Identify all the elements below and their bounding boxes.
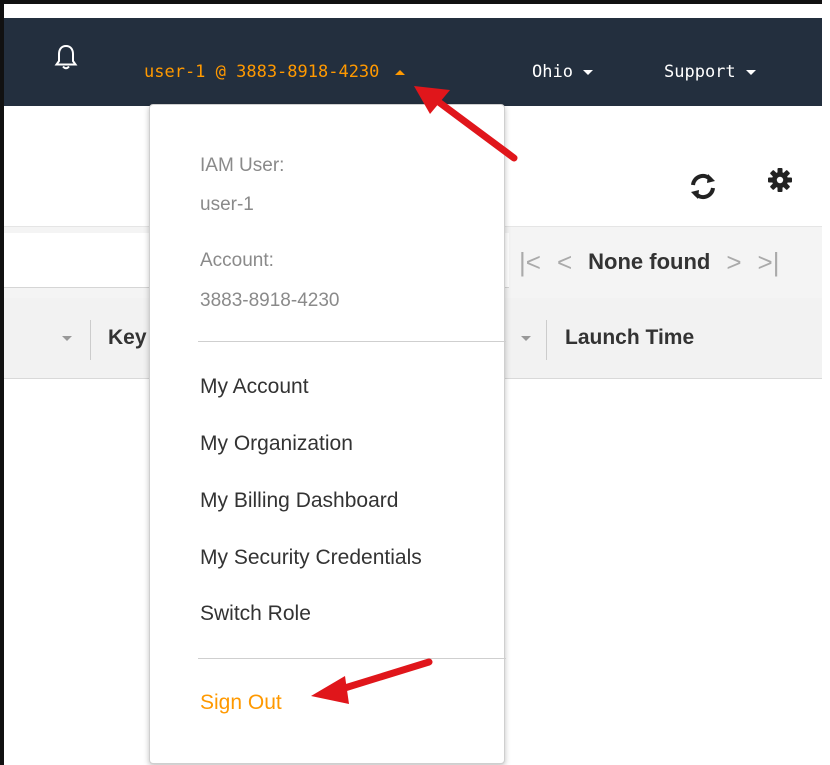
menu-divider [198, 341, 506, 342]
column-header-launch-time[interactable]: Launch Time [565, 326, 694, 350]
support-menu[interactable]: Support [664, 58, 756, 86]
column-header-key[interactable]: Key [108, 326, 147, 350]
account-id-value: 3883-8918-4230 [200, 290, 340, 311]
account-label: Account: [200, 250, 274, 271]
menu-item-billing-dashboard[interactable]: My Billing Dashboard [200, 489, 398, 513]
iam-user-label: IAM User: [200, 155, 285, 176]
column-divider [90, 320, 91, 360]
caret-down-icon [582, 69, 593, 75]
region-menu[interactable]: Ohio [532, 58, 593, 86]
caret-up-icon [395, 69, 406, 75]
next-page-icon[interactable]: > [726, 249, 741, 275]
menu-item-security-credentials[interactable]: My Security Credentials [200, 546, 422, 570]
first-page-icon[interactable]: |< [519, 249, 541, 275]
column-divider [546, 320, 547, 360]
pagination: |< < None found > >| [519, 244, 779, 280]
bell-icon[interactable] [54, 43, 78, 71]
sign-out-link[interactable]: Sign Out [200, 691, 282, 715]
account-menu-label: user-1 @ 3883-8918-4230 [144, 62, 380, 82]
account-menu[interactable]: user-1 @ 3883-8918-4230 [144, 58, 406, 86]
sort-caret-icon[interactable] [521, 336, 531, 341]
annotation-arrow-sign-out [311, 658, 433, 704]
menu-item-switch-role[interactable]: Switch Role [200, 602, 311, 626]
gear-icon[interactable] [767, 167, 793, 193]
sort-caret-icon[interactable] [62, 336, 72, 341]
menu-item-my-account[interactable]: My Account [200, 375, 309, 399]
top-whitespace [4, 4, 822, 18]
last-page-icon[interactable]: >| [758, 249, 780, 275]
previous-page-icon[interactable]: < [557, 249, 572, 275]
region-menu-label: Ohio [532, 62, 573, 82]
annotation-arrow-account [414, 86, 518, 162]
refresh-icon[interactable] [686, 169, 720, 203]
menu-item-my-organization[interactable]: My Organization [200, 432, 353, 456]
iam-user-value: user-1 [200, 194, 254, 215]
pagination-status: None found [588, 249, 711, 274]
caret-down-icon [745, 69, 756, 75]
support-menu-label: Support [664, 62, 736, 82]
